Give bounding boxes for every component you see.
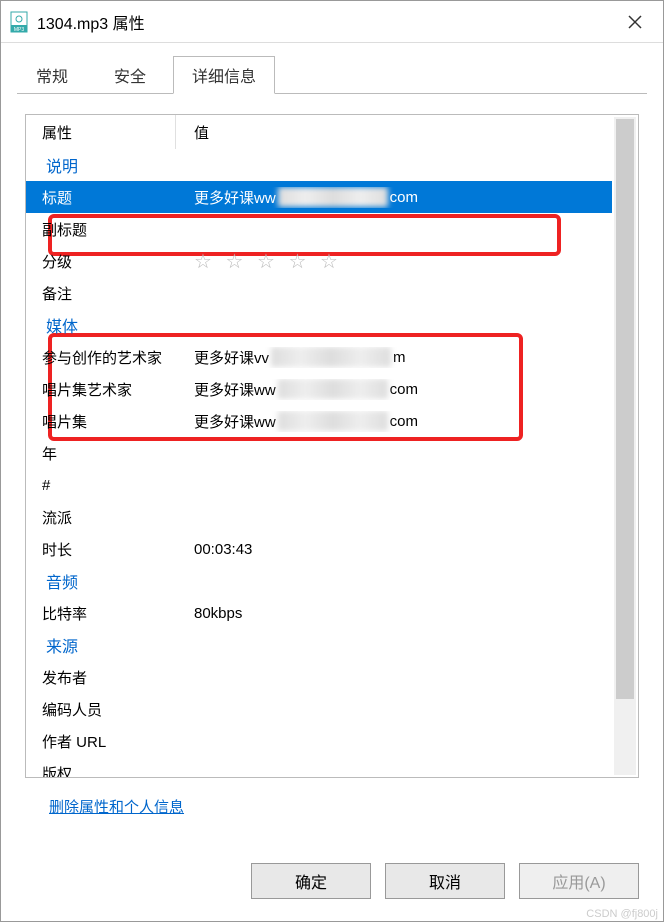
row-subtitle[interactable]: 副标题 bbox=[26, 213, 612, 245]
vertical-scrollbar[interactable] bbox=[614, 117, 636, 775]
group-origin: 来源 bbox=[26, 629, 612, 661]
value-album: 更多好课wwcom bbox=[176, 411, 612, 432]
label-copyright: 版权 bbox=[26, 763, 176, 778]
group-media: 媒体 bbox=[26, 309, 612, 341]
group-description: 说明 bbox=[26, 149, 612, 181]
tab-strip: 常规 安全 详细信息 bbox=[1, 43, 663, 93]
value-length: 00:03:43 bbox=[176, 541, 612, 558]
value-contributing-artists: 更多好课vvm bbox=[176, 347, 612, 368]
titlebar: MP3 1304.mp3 属性 bbox=[1, 1, 663, 43]
label-title: 标题 bbox=[26, 187, 176, 208]
properties-window: MP3 1304.mp3 属性 常规 安全 详细信息 属性 值 说明 标题 bbox=[0, 0, 664, 922]
censored-segment bbox=[278, 379, 388, 399]
row-contributing-artists[interactable]: 参与创作的艺术家 更多好课vvm bbox=[26, 341, 612, 373]
row-track-number[interactable]: # bbox=[26, 469, 612, 501]
dialog-buttons: 确定 取消 应用(A) bbox=[1, 843, 663, 921]
svg-text:MP3: MP3 bbox=[14, 27, 25, 33]
row-year[interactable]: 年 bbox=[26, 437, 612, 469]
row-album[interactable]: 唱片集 更多好课wwcom bbox=[26, 405, 612, 437]
label-rating: 分级 bbox=[26, 251, 176, 272]
property-list: 属性 值 说明 标题 更多好课wwcom 副标题 分级 ☆ ☆ ☆ ☆ ☆ bbox=[25, 114, 639, 778]
close-button[interactable] bbox=[615, 2, 655, 42]
row-rating[interactable]: 分级 ☆ ☆ ☆ ☆ ☆ bbox=[26, 245, 612, 277]
row-copyright[interactable]: 版权 bbox=[26, 757, 612, 777]
window-title: 1304.mp3 属性 bbox=[37, 10, 615, 34]
value-rating: ☆ ☆ ☆ ☆ ☆ bbox=[176, 249, 612, 274]
label-album: 唱片集 bbox=[26, 411, 176, 432]
label-length: 时长 bbox=[26, 539, 176, 560]
label-album-artist: 唱片集艺术家 bbox=[26, 379, 176, 400]
censored-segment bbox=[278, 411, 388, 431]
row-album-artist[interactable]: 唱片集艺术家 更多好课wwcom bbox=[26, 373, 612, 405]
rating-stars-icon[interactable]: ☆ ☆ ☆ ☆ ☆ bbox=[194, 249, 342, 274]
tab-details[interactable]: 详细信息 bbox=[173, 56, 275, 94]
close-icon bbox=[628, 15, 642, 29]
row-comments[interactable]: 备注 bbox=[26, 277, 612, 309]
remove-properties-link[interactable]: 删除属性和个人信息 bbox=[49, 796, 639, 817]
row-genre[interactable]: 流派 bbox=[26, 501, 612, 533]
value-title: 更多好课wwcom bbox=[176, 187, 612, 208]
label-author-url: 作者 URL bbox=[26, 731, 176, 752]
label-genre: 流派 bbox=[26, 507, 176, 528]
cancel-button[interactable]: 取消 bbox=[385, 863, 505, 899]
scrollbar-thumb[interactable] bbox=[616, 119, 634, 699]
group-audio: 音频 bbox=[26, 565, 612, 597]
row-publisher[interactable]: 发布者 bbox=[26, 661, 612, 693]
label-subtitle: 副标题 bbox=[26, 219, 176, 240]
row-title[interactable]: 标题 更多好课wwcom bbox=[26, 181, 612, 213]
censored-segment bbox=[278, 187, 388, 207]
header-property[interactable]: 属性 bbox=[26, 115, 176, 149]
label-encoded-by: 编码人员 bbox=[26, 699, 176, 720]
tab-security[interactable]: 安全 bbox=[95, 56, 165, 94]
row-encoded-by[interactable]: 编码人员 bbox=[26, 693, 612, 725]
row-author-url[interactable]: 作者 URL bbox=[26, 725, 612, 757]
apply-button[interactable]: 应用(A) bbox=[519, 863, 639, 899]
header-value[interactable]: 值 bbox=[176, 122, 612, 143]
label-year: 年 bbox=[26, 443, 176, 464]
column-headers: 属性 值 bbox=[26, 115, 612, 149]
row-bitrate[interactable]: 比特率 80kbps bbox=[26, 597, 612, 629]
label-bitrate: 比特率 bbox=[26, 603, 176, 624]
label-contributing-artists: 参与创作的艺术家 bbox=[26, 347, 176, 368]
censored-segment bbox=[271, 347, 391, 367]
tab-general[interactable]: 常规 bbox=[17, 56, 87, 94]
label-comments: 备注 bbox=[26, 283, 176, 304]
label-track-number: # bbox=[26, 477, 176, 494]
value-bitrate: 80kbps bbox=[176, 605, 612, 622]
file-mp3-icon: MP3 bbox=[9, 10, 29, 34]
value-album-artist: 更多好课wwcom bbox=[176, 379, 612, 400]
details-content: 属性 值 说明 标题 更多好课wwcom 副标题 分级 ☆ ☆ ☆ ☆ ☆ bbox=[1, 94, 663, 843]
row-length[interactable]: 时长 00:03:43 bbox=[26, 533, 612, 565]
label-publisher: 发布者 bbox=[26, 667, 176, 688]
ok-button[interactable]: 确定 bbox=[251, 863, 371, 899]
watermark-text: CSDN @fj800j bbox=[586, 908, 658, 920]
